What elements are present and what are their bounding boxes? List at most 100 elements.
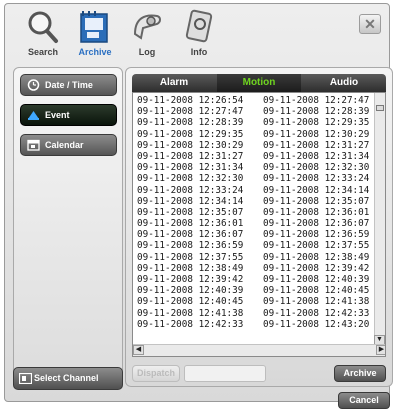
sidebar-item-label: Date / Time xyxy=(45,80,93,90)
event-start-cell: 09-11-2008 12:31:27 xyxy=(137,150,244,162)
table-row[interactable]: 09-11-2008 12:35:07 09-11-2008 12:36:01 xyxy=(133,207,375,218)
event-end-cell: 09-11-2008 12:43:20 xyxy=(263,318,370,330)
tab-audio[interactable]: Audio xyxy=(302,74,386,92)
table-row[interactable]: 09-11-2008 12:38:49 09-11-2008 12:39:42 xyxy=(133,263,375,274)
horizontal-scrollbar[interactable]: ◀ ▶ xyxy=(133,344,385,356)
close-button[interactable]: ✕ xyxy=(359,14,381,34)
event-start-cell: 09-11-2008 12:29:35 xyxy=(137,128,244,140)
event-start-cell: 09-11-2008 12:27:47 xyxy=(137,106,244,118)
table-row[interactable]: 09-11-2008 12:29:35 09-11-2008 12:30:29 xyxy=(133,129,375,140)
sidebar-item-label: Calendar xyxy=(45,140,84,150)
table-row[interactable]: 09-11-2008 12:31:34 09-11-2008 12:32:30 xyxy=(133,162,375,173)
select-channel-label: Select Channel xyxy=(34,373,99,383)
table-row[interactable]: 09-11-2008 12:31:27 09-11-2008 12:31:34 xyxy=(133,151,375,162)
event-start-cell: 09-11-2008 12:42:33 xyxy=(137,318,244,330)
event-end-cell: 09-11-2008 12:30:29 xyxy=(263,128,370,140)
tool-search[interactable]: Search xyxy=(15,8,71,62)
sidebar: Date / Time Event Calendar xyxy=(13,67,123,387)
event-end-cell: 09-11-2008 12:35:07 xyxy=(263,195,370,207)
select-channel-button[interactable]: Select Channel xyxy=(13,367,123,390)
table-row[interactable]: 09-11-2008 12:39:42 09-11-2008 12:40:39 xyxy=(133,274,375,285)
disabled-field xyxy=(184,365,266,382)
scroll-thumb[interactable] xyxy=(376,105,384,111)
table-row[interactable]: 09-11-2008 12:40:45 09-11-2008 12:41:38 xyxy=(133,296,375,307)
table-row[interactable]: 09-11-2008 12:28:39 09-11-2008 12:29:35 xyxy=(133,117,375,128)
event-start-cell: 09-11-2008 12:36:07 xyxy=(137,229,244,241)
table-row[interactable]: 09-11-2008 12:37:55 09-11-2008 12:38:49 xyxy=(133,252,375,263)
table-row[interactable]: 09-11-2008 12:32:30 09-11-2008 12:33:24 xyxy=(133,173,375,184)
event-end-cell: 09-11-2008 12:31:34 xyxy=(263,150,370,162)
event-start-cell: 09-11-2008 12:28:39 xyxy=(137,117,244,129)
tab-alarm[interactable]: Alarm xyxy=(132,74,216,92)
event-type-tabs: Alarm Motion Audio xyxy=(132,74,386,92)
channel-icon xyxy=(19,373,32,384)
event-end-cell: 09-11-2008 12:33:24 xyxy=(263,173,370,185)
info-icon xyxy=(185,9,213,43)
event-end-cell: 09-11-2008 12:31:27 xyxy=(263,139,370,151)
archive-button[interactable]: Archive xyxy=(334,365,386,382)
sidebar-item-calendar[interactable]: Calendar xyxy=(20,134,117,156)
tool-info-label: Info xyxy=(190,47,208,57)
event-start-cell: 09-11-2008 12:32:30 xyxy=(137,173,244,185)
event-start-cell: 09-11-2008 12:41:38 xyxy=(137,307,244,319)
event-end-cell: 09-11-2008 12:40:39 xyxy=(263,274,370,285)
event-end-cell: 09-11-2008 12:39:42 xyxy=(263,262,370,274)
toolbar: Search Archive Log Info ✕ xyxy=(5,4,389,64)
table-row[interactable]: 09-11-2008 12:26:54 09-11-2008 12:27:47 xyxy=(133,95,375,106)
archive-dialog: Search Archive Log Info ✕ Date / Time Ev… xyxy=(4,3,393,409)
film-archive-icon xyxy=(80,11,108,43)
event-end-cell: 09-11-2008 12:28:39 xyxy=(263,106,370,118)
panel-actions: Dispatch Archive xyxy=(132,365,388,383)
dispatch-button[interactable]: Dispatch xyxy=(132,365,180,382)
vertical-scrollbar[interactable]: ▼ xyxy=(374,93,385,345)
event-end-cell: 09-11-2008 12:27:47 xyxy=(263,95,370,106)
tool-log[interactable]: Log xyxy=(119,8,175,62)
event-icon xyxy=(28,111,39,120)
event-end-cell: 09-11-2008 12:34:14 xyxy=(263,184,370,196)
event-start-cell: 09-11-2008 12:40:39 xyxy=(137,285,244,297)
sidebar-item-date-time[interactable]: Date / Time xyxy=(20,74,117,96)
sidebar-item-event[interactable]: Event xyxy=(20,104,117,126)
tool-archive[interactable]: Archive xyxy=(67,8,123,62)
event-start-cell: 09-11-2008 12:37:55 xyxy=(137,251,244,263)
event-rows: 09-11-2008 12:26:54 09-11-2008 12:27:47 09… xyxy=(133,95,375,330)
table-row[interactable]: 09-11-2008 12:27:47 09-11-2008 12:28:39 xyxy=(133,106,375,117)
tool-info[interactable]: Info xyxy=(171,8,227,62)
event-end-cell: 09-11-2008 12:42:33 xyxy=(263,307,370,319)
table-row[interactable]: 09-11-2008 12:33:24 09-11-2008 12:34:14 xyxy=(133,185,375,196)
table-row[interactable]: 09-11-2008 12:41:38 09-11-2008 12:42:33 xyxy=(133,308,375,319)
scroll-left-arrow[interactable]: ◀ xyxy=(133,345,144,355)
event-end-cell: 09-11-2008 12:41:38 xyxy=(263,296,370,308)
event-start-cell: 09-11-2008 12:30:29 xyxy=(137,139,244,151)
event-end-cell: 09-11-2008 12:40:45 xyxy=(263,285,370,297)
table-row[interactable]: 09-11-2008 12:42:33 09-11-2008 12:43:20 xyxy=(133,319,375,330)
event-start-cell: 09-11-2008 12:36:59 xyxy=(137,240,244,252)
event-panel: Alarm Motion Audio 09-11-2008 12:26:54 09… xyxy=(125,67,393,387)
event-end-cell: 09-11-2008 12:32:30 xyxy=(263,162,370,174)
log-icon xyxy=(133,14,161,40)
table-row[interactable]: 09-11-2008 12:36:01 09-11-2008 12:36:07 xyxy=(133,218,375,229)
table-row[interactable]: 09-11-2008 12:36:59 09-11-2008 12:37:55 xyxy=(133,240,375,251)
event-start-cell: 09-11-2008 12:39:42 xyxy=(137,274,244,285)
event-end-cell: 09-11-2008 12:36:01 xyxy=(263,206,370,218)
event-start-cell: 09-11-2008 12:40:45 xyxy=(137,296,244,308)
event-start-cell: 09-11-2008 12:31:34 xyxy=(137,162,244,174)
scroll-right-arrow[interactable]: ▶ xyxy=(376,345,385,355)
table-row[interactable]: 09-11-2008 12:30:29 09-11-2008 12:31:27 xyxy=(133,140,375,151)
event-end-cell: 09-11-2008 12:36:07 xyxy=(263,218,370,230)
event-end-cell: 09-11-2008 12:37:55 xyxy=(263,240,370,252)
tool-log-label: Log xyxy=(138,47,156,57)
event-start-cell: 09-11-2008 12:38:49 xyxy=(137,262,244,274)
cancel-button[interactable]: Cancel xyxy=(338,392,390,409)
event-end-cell: 09-11-2008 12:38:49 xyxy=(263,251,370,263)
event-end-cell: 09-11-2008 12:36:59 xyxy=(263,229,370,241)
event-list[interactable]: 09-11-2008 12:26:54 09-11-2008 12:27:47 09… xyxy=(132,92,386,357)
table-row[interactable]: 09-11-2008 12:40:39 09-11-2008 12:40:45 xyxy=(133,285,375,296)
table-row[interactable]: 09-11-2008 12:34:14 09-11-2008 12:35:07 xyxy=(133,196,375,207)
event-start-cell: 09-11-2008 12:35:07 xyxy=(137,206,244,218)
tool-archive-label: Archive xyxy=(78,47,112,57)
tool-search-label: Search xyxy=(27,47,59,57)
table-row[interactable]: 09-11-2008 12:36:07 09-11-2008 12:36:59 xyxy=(133,229,375,240)
tab-motion[interactable]: Motion xyxy=(217,74,301,92)
sidebar-item-label: Event xyxy=(45,110,70,120)
